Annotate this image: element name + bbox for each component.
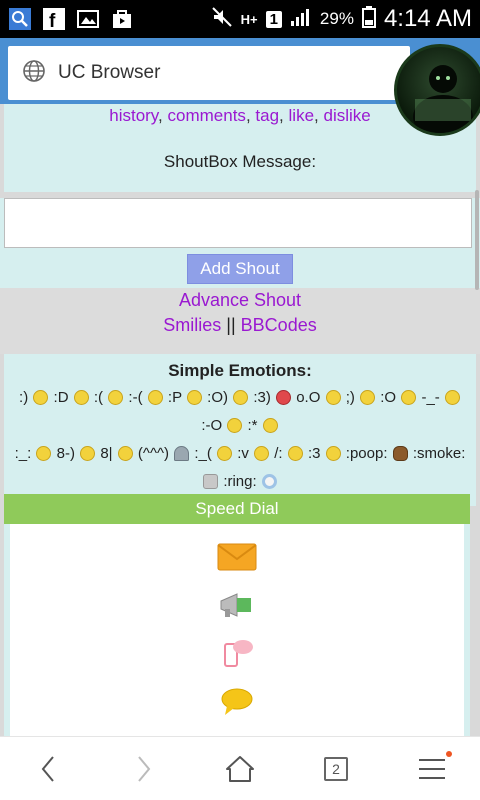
back-button[interactable] xyxy=(24,745,72,793)
link-separator: , xyxy=(158,106,163,125)
smile-emoji-icon[interactable] xyxy=(33,390,49,405)
shoutbox-form: Add Shout xyxy=(0,198,480,288)
page-content: history, comments, tag, like, dislike Sh… xyxy=(0,104,480,736)
user-avatar[interactable] xyxy=(394,44,480,136)
link-separator: , xyxy=(314,106,319,125)
tab-count: 2 xyxy=(324,756,348,781)
notification-dot xyxy=(446,750,452,757)
emotions-row-4: :ring: xyxy=(6,468,474,496)
globe-icon xyxy=(22,59,46,88)
add-shout-button[interactable]: Add Shout xyxy=(187,254,293,284)
confused-emoji-icon[interactable] xyxy=(325,390,341,405)
chat-bubble-icon[interactable] xyxy=(217,686,257,716)
link-separator: , xyxy=(245,106,251,125)
tabs-button[interactable]: 2 xyxy=(312,745,360,793)
megaphone-icon[interactable] xyxy=(217,590,257,620)
bottom-nav: 2 xyxy=(0,736,480,800)
comments-link[interactable]: comments xyxy=(168,106,246,125)
advance-shout-link[interactable]: Advance Shout xyxy=(179,290,301,310)
cry-emoji-icon[interactable] xyxy=(217,446,233,461)
history-link[interactable]: history xyxy=(109,106,158,125)
hamburger-menu-icon xyxy=(419,758,445,779)
emotions-row-2: :-O :* xyxy=(6,412,474,440)
mute-icon xyxy=(211,6,233,33)
scrollbar-thumb[interactable] xyxy=(475,190,479,290)
speed-dial-header: Speed Dial xyxy=(4,494,470,524)
speed-dial: Speed Dial xyxy=(4,494,470,736)
surprised-emoji-icon[interactable] xyxy=(401,390,417,405)
status-bar: f H+ 1 29% 4:14 AM xyxy=(0,0,480,38)
chevron-right-icon xyxy=(138,755,151,782)
page-title: UC Browser xyxy=(58,62,161,83)
facebook-icon: f xyxy=(42,7,66,31)
kiss-emoji-icon[interactable] xyxy=(262,418,278,433)
gasp-emoji-icon[interactable] xyxy=(227,418,243,433)
address-bar[interactable]: UC Browser xyxy=(8,46,410,100)
poop-emoji-icon[interactable] xyxy=(392,446,408,461)
unsure-emoji-icon[interactable] xyxy=(287,446,303,461)
tag-link[interactable]: tag xyxy=(255,106,279,125)
battery-icon xyxy=(361,5,376,33)
emotions-heading: Simple Emotions: xyxy=(168,361,312,380)
speed-dial-list xyxy=(10,524,464,736)
gallery-icon xyxy=(76,7,100,31)
extras-separator: || xyxy=(226,315,236,335)
smilies-link[interactable]: Smilies xyxy=(163,315,221,335)
sms-phone-icon[interactable] xyxy=(217,638,257,668)
curly-lips-emoji-icon[interactable] xyxy=(325,446,341,461)
laugh-emoji-icon[interactable] xyxy=(36,446,52,461)
ring-emoji-icon[interactable] xyxy=(261,474,277,489)
emotions-row-3: :_: 8-) 8| (^^^) :_( :v /: :3 :poop: :sm… xyxy=(14,445,466,462)
bbcodes-link[interactable]: BBCodes xyxy=(241,315,317,335)
home-button[interactable] xyxy=(216,745,264,793)
menu-button[interactable] xyxy=(408,745,456,793)
svg-text:f: f xyxy=(49,11,56,30)
pacman-emoji-icon[interactable] xyxy=(254,446,270,461)
speed-dial-body xyxy=(4,524,470,736)
shoutbox-label: ShoutBox Message: xyxy=(163,152,317,171)
shoutbox-input[interactable] xyxy=(4,198,472,248)
chevron-left-icon xyxy=(41,755,54,782)
home-icon xyxy=(226,755,254,782)
clock: 4:14 AM xyxy=(383,5,472,32)
emotions-panel: Simple Emotions: :) :D :( :-( :P :O) :3)… xyxy=(4,354,476,506)
forward-button[interactable] xyxy=(120,745,168,793)
angel-emoji-icon[interactable] xyxy=(233,390,249,405)
emotions-row-1: :) :D :( :-( :P :O) :3) o.O ;) :O -_- xyxy=(6,384,474,412)
devil-emoji-icon[interactable] xyxy=(276,390,292,405)
sad-emoji-icon[interactable] xyxy=(108,390,124,405)
grin-emoji-icon[interactable] xyxy=(73,390,89,405)
tongue-emoji-icon[interactable] xyxy=(187,390,202,405)
dislike-link[interactable]: dislike xyxy=(324,106,371,125)
like-link[interactable]: like xyxy=(289,106,315,125)
search-icon xyxy=(8,7,32,31)
extras-panel: Advance Shout Smilies || BBCodes xyxy=(0,288,480,354)
link-separator: , xyxy=(279,106,284,125)
signal-icon xyxy=(290,7,312,32)
smoke-emoji-icon[interactable] xyxy=(203,474,219,489)
sunglasses-emoji-icon[interactable] xyxy=(117,446,133,461)
nerd-emoji-icon[interactable] xyxy=(80,446,96,461)
battery-percent: 29% xyxy=(319,9,354,28)
network-type-icon: H+ xyxy=(240,11,258,27)
add-shout-row: Add Shout xyxy=(2,248,478,288)
envelope-icon[interactable] xyxy=(217,542,257,572)
wink-emoji-icon[interactable] xyxy=(360,390,376,405)
shark-emoji-icon[interactable] xyxy=(174,446,190,461)
sim-icon: 1 xyxy=(265,10,282,28)
squint-emoji-icon[interactable] xyxy=(444,390,460,405)
bag-icon xyxy=(110,7,134,31)
frown-emoji-icon[interactable] xyxy=(147,390,163,405)
